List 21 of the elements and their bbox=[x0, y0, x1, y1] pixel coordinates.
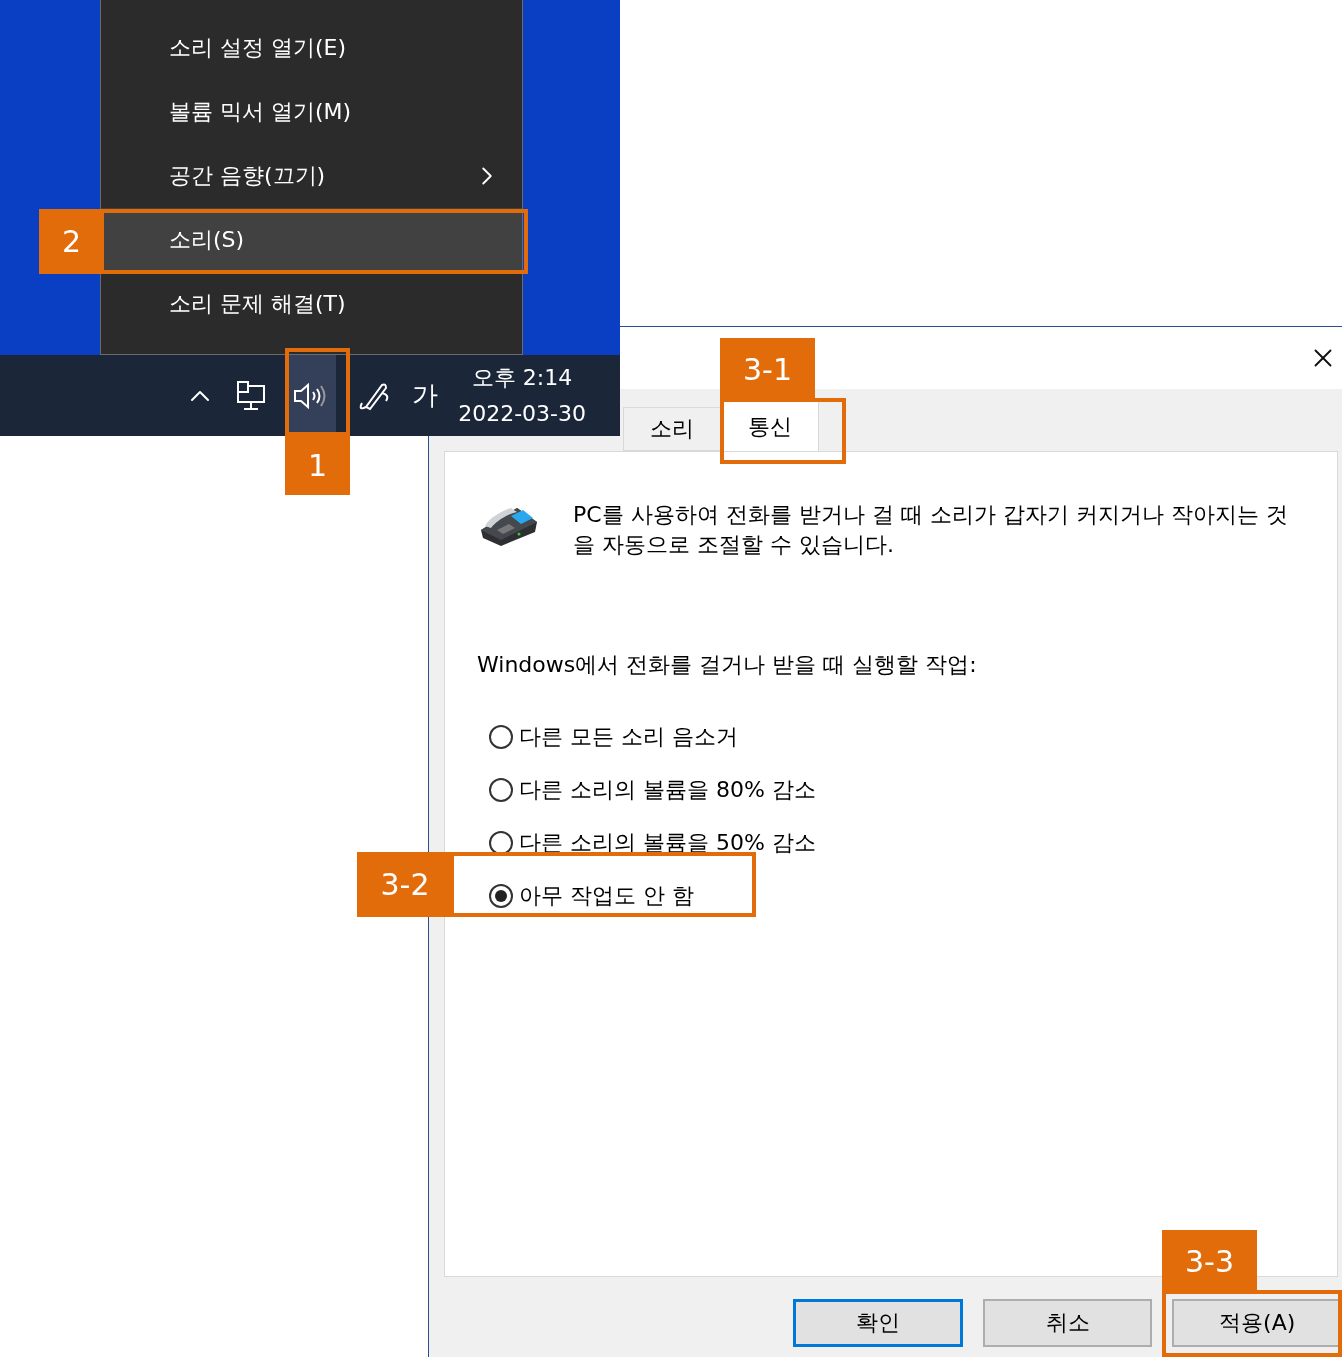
menu-item[interactable]: 볼륨 믹서 열기(M) bbox=[101, 80, 522, 144]
step-label: 3-2 bbox=[357, 852, 453, 917]
step-label: 3-3 bbox=[1162, 1230, 1257, 1292]
clock-time[interactable]: 오후 2:14 bbox=[471, 359, 573, 396]
tab[interactable]: 통신 bbox=[721, 400, 819, 452]
menu-item[interactable]: 소리(S) bbox=[101, 208, 522, 272]
ime-indicator[interactable]: 가 bbox=[412, 378, 439, 413]
description-text: PC를 사용하여 전화를 받거나 걸 때 소리가 갑자기 커지거나 작아지는 것을 자동으로 조절할 수 있습니다. bbox=[573, 501, 1289, 559]
step-label: 3-1 bbox=[720, 338, 815, 400]
option-label[interactable]: 다른 모든 소리 음소거 bbox=[519, 721, 738, 752]
clock-date[interactable]: 2022-03-30 bbox=[458, 395, 586, 432]
dialog-button[interactable]: 확인 bbox=[793, 1299, 963, 1347]
menu-item[interactable]: 소리 설정 열기(E) bbox=[101, 16, 522, 80]
tab[interactable]: 소리 bbox=[623, 407, 721, 451]
option-label[interactable]: 다른 소리의 볼륨을 80% 감소 bbox=[519, 774, 816, 805]
menu-item[interactable]: 소리 문제 해결(T) bbox=[101, 272, 522, 336]
step-label: 1 bbox=[285, 435, 350, 495]
menu-item[interactable]: 공간 음향(끄기) bbox=[101, 144, 522, 208]
dialog-button[interactable]: 취소 bbox=[982, 1299, 1153, 1347]
option-label[interactable]: 아무 작업도 안 함 bbox=[519, 880, 694, 911]
prompt-text: Windows에서 전화를 걸거나 받을 때 실행할 작업: bbox=[477, 651, 978, 679]
